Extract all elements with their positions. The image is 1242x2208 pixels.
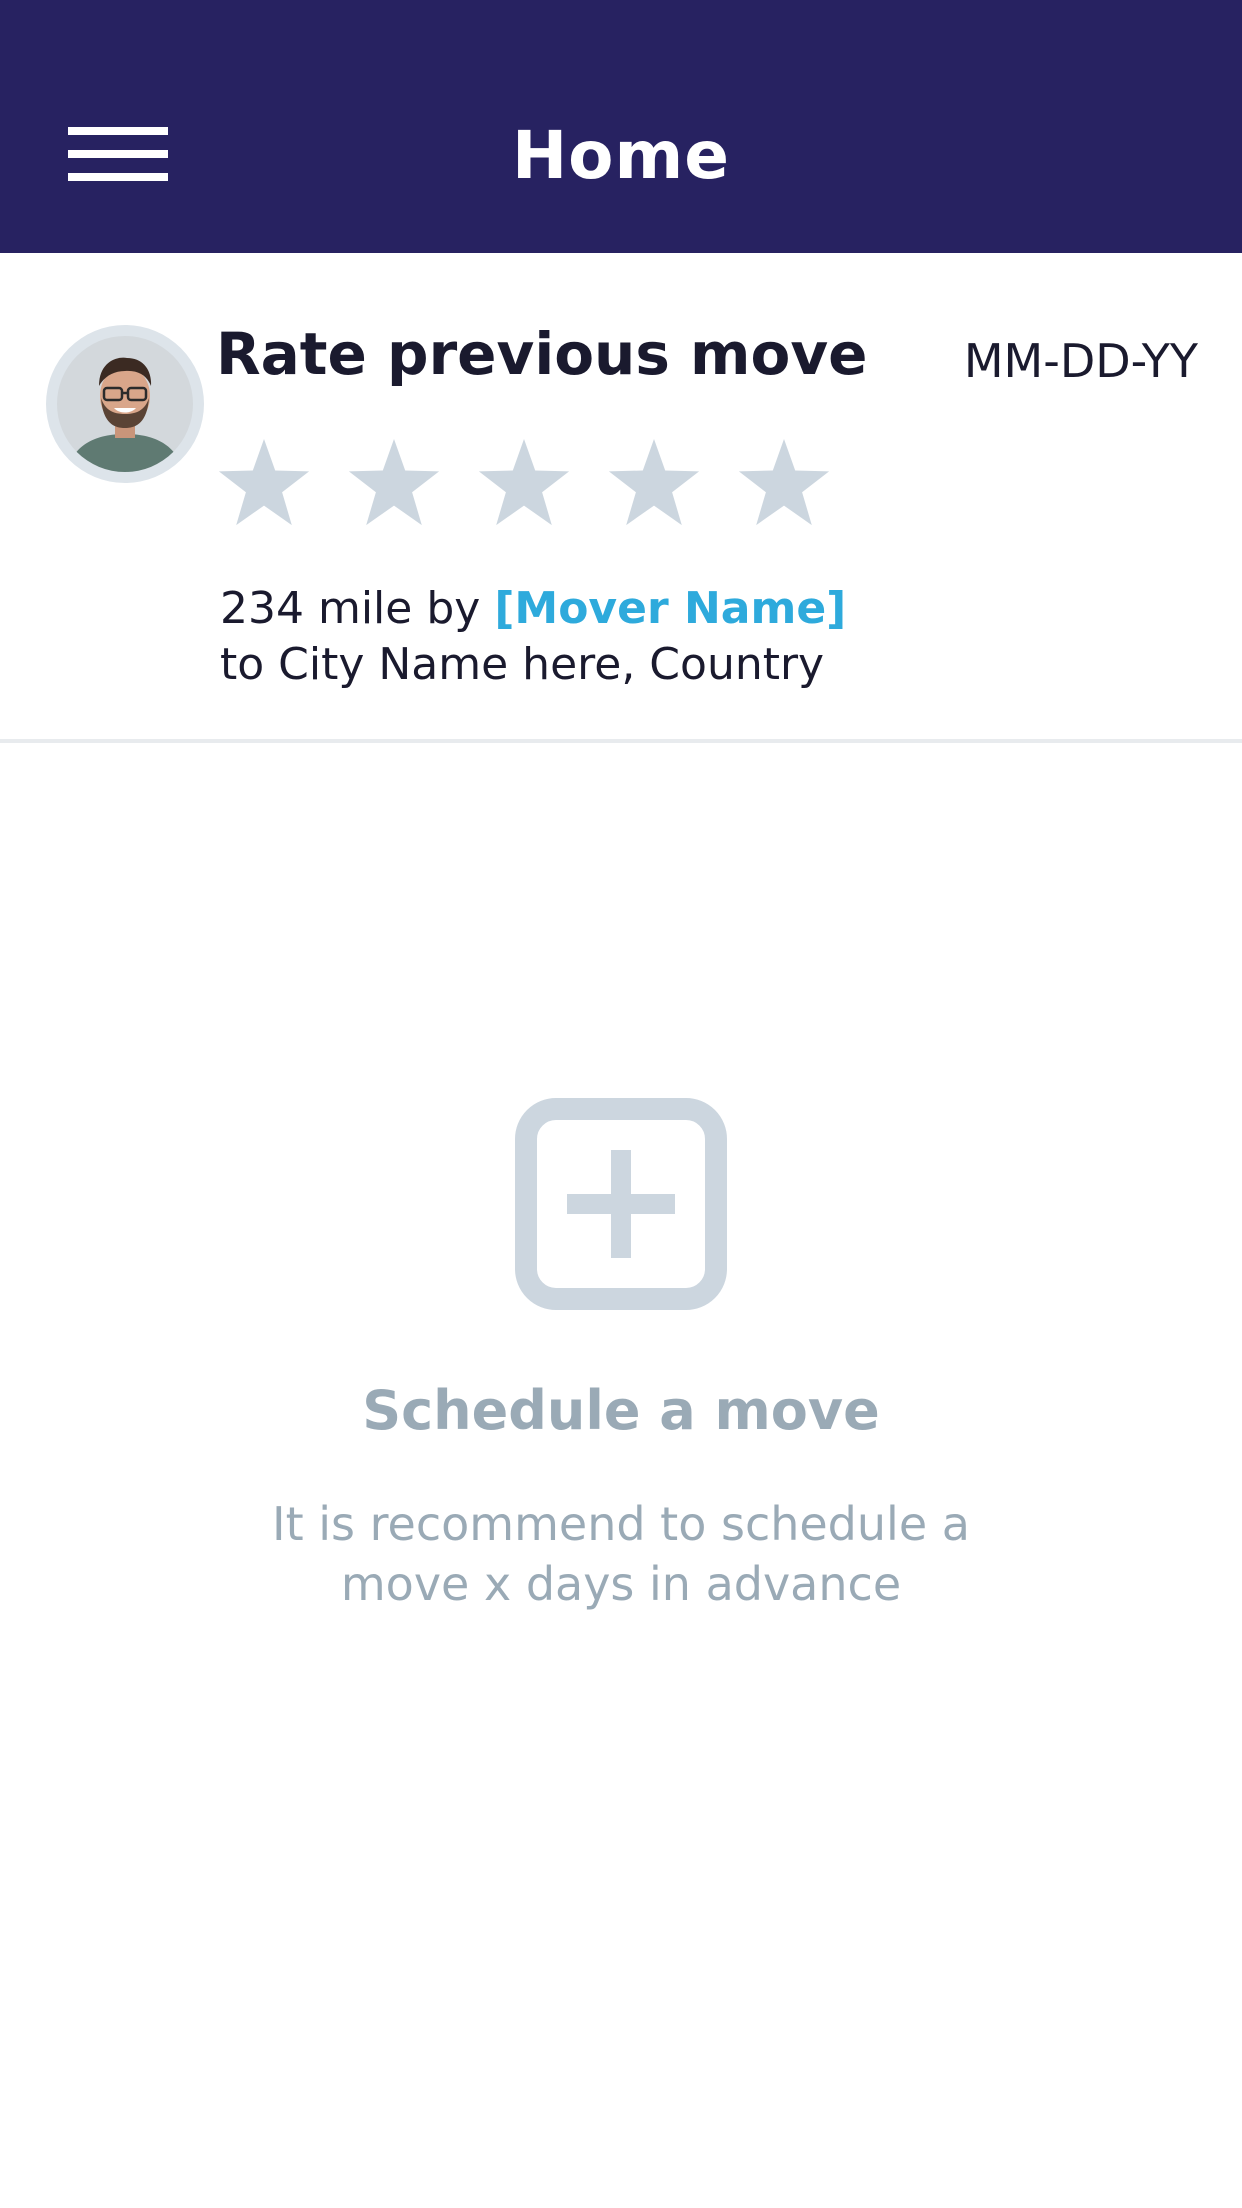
star-4[interactable]	[604, 436, 704, 536]
star-rating[interactable]	[214, 436, 834, 546]
page-title: Home	[511, 117, 731, 194]
move-destination-text: to City Name here, Country	[220, 639, 825, 690]
mover-name-link[interactable]: [Mover Name]	[494, 583, 846, 634]
star-icon	[608, 439, 700, 526]
schedule-move-section: Schedule a move It is recommend to sched…	[0, 1098, 1242, 1614]
home-screen: Home Rate previous move MM-DD-YY 234 mil…	[0, 0, 1242, 2208]
move-distance-text: 234 mile by	[220, 583, 481, 634]
star-5[interactable]	[734, 436, 834, 536]
star-icon	[348, 439, 440, 526]
star-icon	[218, 439, 310, 526]
mover-avatar	[46, 325, 204, 483]
rate-previous-move-title: Rate previous move	[216, 320, 868, 388]
app-header: Home	[0, 0, 1242, 253]
rate-previous-move-card: Rate previous move MM-DD-YY 234 mile by …	[0, 253, 1242, 743]
move-info: 234 mile by [Mover Name] to City Name he…	[220, 581, 846, 693]
star-icon	[478, 439, 570, 526]
star-2[interactable]	[344, 436, 444, 536]
star-3[interactable]	[474, 436, 574, 536]
plus-square-icon	[515, 1098, 727, 1310]
star-1[interactable]	[214, 436, 314, 536]
user-avatar	[57, 336, 193, 472]
move-date: MM-DD-YY	[963, 334, 1198, 388]
schedule-move-description: It is recommend to schedule a move x day…	[272, 1497, 970, 1611]
schedule-move-button[interactable]	[515, 1098, 727, 1310]
star-icon	[738, 439, 830, 526]
schedule-move-title: Schedule a move	[362, 1379, 880, 1442]
move-distance-line: 234 mile by [Mover Name]	[220, 581, 846, 637]
